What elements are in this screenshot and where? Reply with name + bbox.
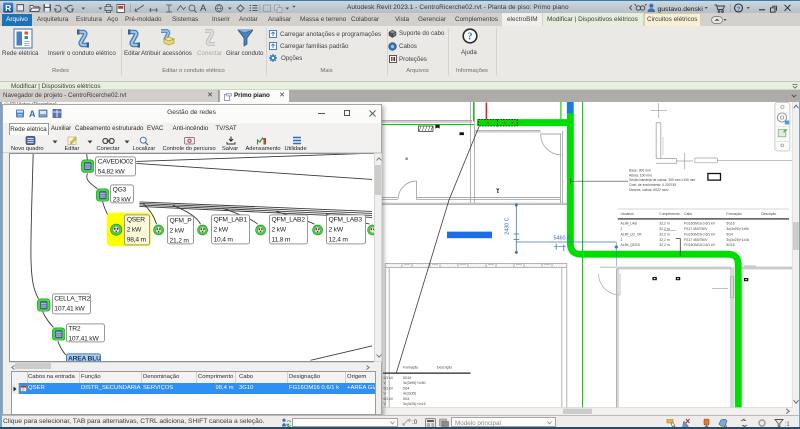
svg-text:FG16OM16 0.6/1 kV: FG16OM16 0.6/1 kV	[684, 222, 716, 226]
svg-text:Seção bandeja de cabos: 300 mm: Seção bandeja de cabos: 300 mm x100 mm	[629, 178, 696, 182]
svg-text:5G4: 5G4	[726, 232, 733, 236]
svg-text:?: ?	[468, 32, 473, 43]
svg-text:Cabo: Cabo	[684, 212, 692, 216]
svg-text:Descrição: Descrição	[761, 212, 776, 216]
svg-text:32,2 m: 32,2 m	[659, 243, 670, 247]
svg-text:ALIM_QCED: ALIM_QCED	[621, 243, 641, 247]
svg-text:32,2 m: 32,2 m	[659, 238, 670, 242]
svg-text:?: ?	[737, 6, 741, 13]
svg-text:FS17 450/750V: FS17 450/750V	[684, 227, 708, 231]
svg-text:5G16: 5G16	[726, 243, 734, 247]
svg-text:Comprimento: Comprimento	[659, 212, 679, 216]
svg-text:3x(3x95)+1x50: 3x(3x95)+1x50	[726, 227, 749, 231]
svg-text:32,2 m: 32,2 m	[659, 222, 670, 226]
svg-text:5G4: 5G4	[403, 397, 410, 401]
svg-text:2430 C: 2430 C	[505, 217, 511, 234]
svg-text:2: 2	[621, 238, 623, 242]
svg-text:R: R	[5, 3, 11, 13]
svg-text:Descrição: Descrição	[437, 366, 452, 370]
svg-text:gustavo.denski: gustavo.denski	[658, 6, 704, 13]
svg-text:FG16OM16 0.6/1 kV: FG16OM16 0.6/1 kV	[684, 232, 716, 236]
svg-text:Formação: Formação	[403, 366, 418, 370]
svg-text:Dimens. cabos: 6022 mm²: Dimens. cabos: 6022 mm²	[629, 188, 669, 192]
svg-text:32,2 m: 32,2 m	[659, 227, 670, 231]
svg-text:3x(3x95)+1x50: 3x(3x95)+1x50	[403, 381, 426, 385]
svg-text:Altura: 100 mm: Altura: 100 mm	[629, 173, 652, 177]
svg-text:6/1 kV: 6/1 kV	[384, 397, 394, 401]
svg-text:32,2 m: 32,2 m	[659, 232, 670, 236]
svg-text:V: V	[384, 392, 387, 396]
svg-text:3x(3x25)+1x16: 3x(3x25)+1x16	[726, 238, 749, 242]
svg-text:Formação: Formação	[726, 212, 741, 216]
svg-text:V: V	[384, 402, 387, 406]
svg-text:5460.0: 5460.0	[554, 236, 571, 242]
svg-text:6/1 kV: 6/1 kV	[384, 386, 394, 390]
svg-text:4x(3x35): 4x(3x35)	[403, 392, 416, 396]
svg-text:ALIM_LAB: ALIM_LAB	[621, 222, 638, 226]
svg-text:ALIM_Q2_CR: ALIM_Q2_CR	[621, 232, 643, 236]
svg-text:Coef. de enchimento: 0.200749: Coef. de enchimento: 0.200749	[629, 183, 676, 187]
svg-text:2: 2	[621, 227, 623, 231]
svg-text:3x(3x25)+1x16: 3x(3x25)+1x16	[403, 402, 426, 406]
svg-text:FS17 450/750V: FS17 450/750V	[684, 238, 708, 242]
svg-text:6/1 kV: 6/1 kV	[384, 376, 394, 380]
svg-text:FG16OM16 0.6/1 kV: FG16OM16 0.6/1 kV	[684, 243, 716, 247]
svg-text:5G16: 5G16	[726, 222, 734, 226]
svg-text:V: V	[384, 381, 387, 385]
svg-text:5G4: 5G4	[403, 386, 410, 390]
svg-text:5G16: 5G16	[403, 376, 411, 380]
svg-text:Base: 300 mm: Base: 300 mm	[629, 169, 651, 173]
svg-text:Usuários: Usuários	[621, 212, 635, 216]
